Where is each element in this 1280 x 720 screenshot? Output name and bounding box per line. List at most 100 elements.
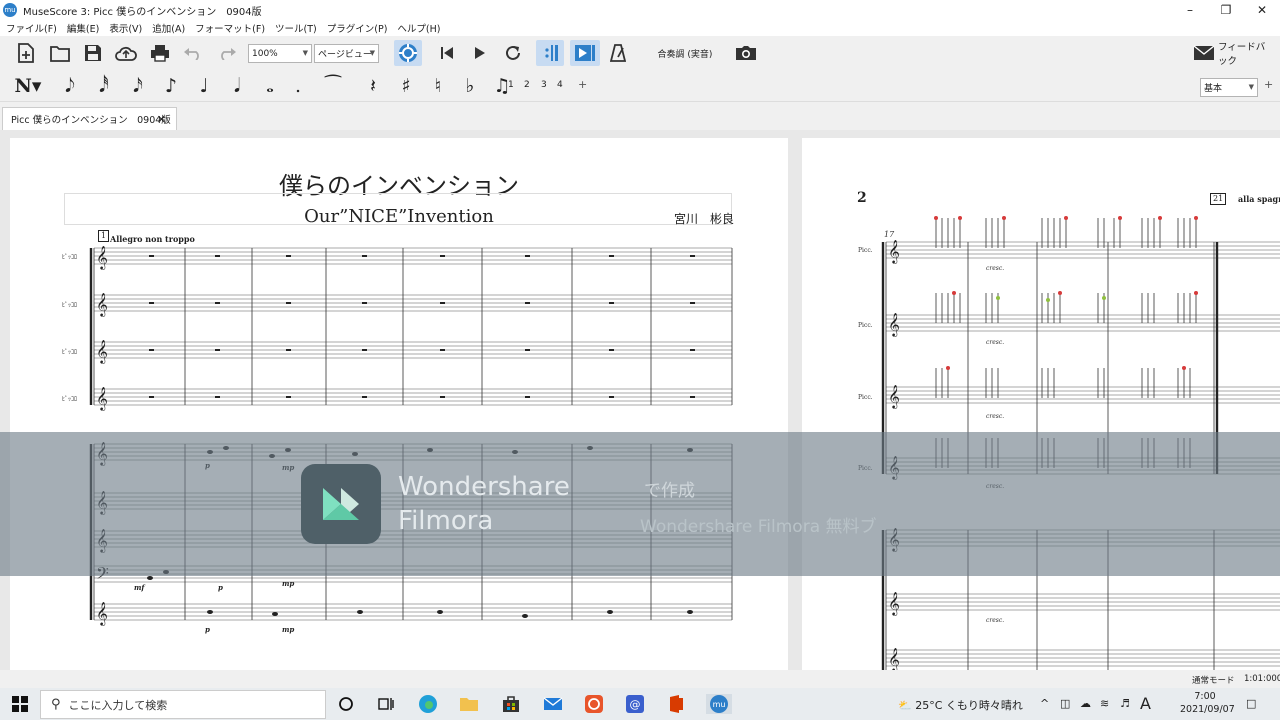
feedback-button[interactable]: フィードバック <box>1218 41 1272 67</box>
redo-icon[interactable] <box>215 41 239 65</box>
cloud-upload-icon[interactable] <box>113 41 139 65</box>
watermark-brand-line1: Wondershare <box>398 472 570 502</box>
voice-3-button[interactable]: 3 <box>541 80 547 90</box>
musescore-taskbar-icon[interactable]: mu <box>706 694 732 714</box>
ime-indicator[interactable]: A <box>1140 694 1151 713</box>
pan-score-button[interactable] <box>570 40 600 66</box>
app-icon-orange[interactable] <box>584 694 604 714</box>
view-mode-value: ページビュー <box>318 50 372 60</box>
edge-browser-icon[interactable] <box>418 694 438 714</box>
file-explorer-icon[interactable] <box>459 694 479 714</box>
concert-pitch-toggle[interactable]: 合奏調 (実音) <box>650 41 720 65</box>
chevron-down-icon: ▼ <box>302 49 308 57</box>
maximize-icon[interactable]: ❐ <box>1208 0 1244 20</box>
voice-2-button[interactable]: 2 <box>524 80 530 90</box>
svg-text:𝄞: 𝄞 <box>888 239 900 264</box>
menu-file[interactable]: ファイル(F) <box>6 21 57 35</box>
natural-icon[interactable]: ♮ <box>426 74 450 98</box>
svg-text:𝄞: 𝄞 <box>96 339 108 364</box>
note-input-mode-button[interactable] <box>394 40 422 66</box>
rewind-icon[interactable] <box>436 41 458 65</box>
window-title: MuseScore 3: Picc 僕らのインベンション 0904版 <box>23 6 262 18</box>
rest-icon[interactable]: 𝄽 <box>360 74 386 98</box>
save-icon[interactable] <box>81 41 105 65</box>
flat-icon[interactable]: ♭ <box>458 74 482 98</box>
notification-icon[interactable]: □ <box>1246 697 1256 710</box>
feedback-envelope-icon[interactable] <box>1192 41 1216 65</box>
menu-plugins[interactable]: プラグイン(P) <box>327 21 388 35</box>
watermark-brand-line2: Filmora <box>398 506 494 536</box>
score-page-1: 僕らのインベンション Our”NICE”Invention 宮川 彬良 1 Al… <box>10 138 788 670</box>
close-icon[interactable]: ✕ <box>1244 0 1280 20</box>
speaker-icon[interactable]: ♬ <box>1120 697 1130 710</box>
wifi-icon[interactable]: ≋ <box>1100 697 1109 710</box>
new-file-icon[interactable] <box>14 41 38 65</box>
task-view-icon[interactable] <box>376 694 396 714</box>
menu-view[interactable]: 表示(V) <box>109 21 142 35</box>
eighth-note-icon[interactable]: ♪ <box>159 74 183 98</box>
clock-date: 2021/09/07 <box>1180 704 1235 715</box>
note-input-mode-icon[interactable]: N▾ <box>14 74 42 98</box>
64th-note-icon[interactable]: 𝅘𝅥𝅮 <box>58 74 82 98</box>
menu-add[interactable]: 追加(A) <box>152 21 185 35</box>
play-icon[interactable] <box>469 41 491 65</box>
tab-score[interactable]: Picc 僕らのインベンション 0904版 ✕ <box>2 107 177 130</box>
voice-1-button[interactable]: 1 <box>508 80 514 90</box>
menu-bar: ファイル(F) 編集(E) 表示(V) 追加(A) フォーマット(F) ツール(… <box>0 20 1280 36</box>
status-mode: 通常モード <box>1192 676 1235 686</box>
add-workspace-icon[interactable]: + <box>1264 78 1273 91</box>
32nd-note-icon[interactable]: 𝅘𝅥𝅰 <box>92 74 116 98</box>
system-2-staves: 𝄞𝄞 𝄞𝄞 𝄞𝄞 𝄞 <box>881 216 1280 670</box>
taskbar-clock[interactable]: 7:00 2021/09/07 <box>1180 690 1235 716</box>
window-controls: – ❐ ✕ <box>1172 0 1280 20</box>
menu-tools[interactable]: ツール(T) <box>275 21 317 35</box>
zoom-select[interactable]: 100% ▼ <box>248 44 312 63</box>
quarter-note-icon[interactable]: ♩ <box>192 74 216 98</box>
metronome-icon[interactable] <box>607 41 629 65</box>
mail-icon[interactable] <box>543 694 563 714</box>
augmentation-dot-icon[interactable]: . <box>288 74 308 98</box>
watermark-free-version: Wondershare Filmora 無料ブ <box>640 517 877 537</box>
weather-widget[interactable]: ⛅ 25°C くもり時々晴れ <box>898 697 1023 713</box>
play-repeats-button[interactable] <box>536 40 564 66</box>
app-icon-mail-at[interactable]: @ <box>625 694 645 714</box>
chevron-down-icon: ▼ <box>1248 83 1254 91</box>
half-note-icon[interactable]: 𝅘𝅥 <box>225 74 249 98</box>
view-mode-select[interactable]: ページビュー ▼ <box>314 44 379 63</box>
menu-format[interactable]: フォーマット(F) <box>195 21 265 35</box>
windows-start-icon[interactable] <box>12 696 28 712</box>
undo-icon[interactable] <box>181 41 205 65</box>
svg-text:@: @ <box>630 698 641 711</box>
svg-text:𝄞: 𝄞 <box>96 386 108 411</box>
close-tab-icon[interactable]: ✕ <box>157 113 166 126</box>
camera-icon[interactable] <box>733 41 759 65</box>
whole-note-icon[interactable]: 𝅝 <box>258 74 282 98</box>
system-1-staves: 𝄞𝄞 𝄞𝄞 𝄞𝄞 𝄞𝄢 𝄞 <box>89 245 733 634</box>
chevron-down-icon: ▼ <box>369 49 375 57</box>
print-icon[interactable] <box>147 41 173 65</box>
score-canvas[interactable]: 僕らのインベンション Our”NICE”Invention 宮川 彬良 1 Al… <box>0 130 1280 670</box>
office-icon[interactable] <box>666 694 686 714</box>
tie-icon[interactable]: ⁀ <box>318 74 348 98</box>
sharp-icon[interactable]: ♯ <box>394 74 418 98</box>
16th-note-icon[interactable]: 𝅘𝅥𝅯 <box>126 74 150 98</box>
cortana-icon[interactable] <box>336 694 356 714</box>
cloud-sync-icon[interactable]: ☁ <box>1080 697 1091 710</box>
loop-icon[interactable] <box>501 41 525 65</box>
svg-text:p: p <box>218 583 223 592</box>
svg-text:mf: mf <box>134 583 146 592</box>
tab-strip: Picc 僕らのインベンション 0904版 ✕ <box>0 103 1280 130</box>
voice-4-button[interactable]: 4 <box>557 80 563 90</box>
menu-edit[interactable]: 編集(E) <box>67 21 99 35</box>
workspace-select[interactable]: 基本 ▼ <box>1200 78 1258 97</box>
menu-help[interactable]: ヘルプ(H) <box>397 21 440 35</box>
add-toolbar-icon[interactable]: + <box>578 78 587 91</box>
filmora-logo-icon <box>301 464 381 544</box>
taskbar-search[interactable]: ⚲ ここに入力して検索 <box>40 690 326 719</box>
windows-taskbar: ⚲ ここに入力して検索 @ mu ⛅ 25°C くもり時々晴れ ^ ◫ ☁ ≋ … <box>0 688 1280 720</box>
open-folder-icon[interactable] <box>48 41 72 65</box>
store-icon[interactable] <box>501 694 521 714</box>
chevron-up-icon[interactable]: ^ <box>1040 697 1049 710</box>
network-icon[interactable]: ◫ <box>1060 697 1070 710</box>
minimize-icon[interactable]: – <box>1172 0 1208 20</box>
